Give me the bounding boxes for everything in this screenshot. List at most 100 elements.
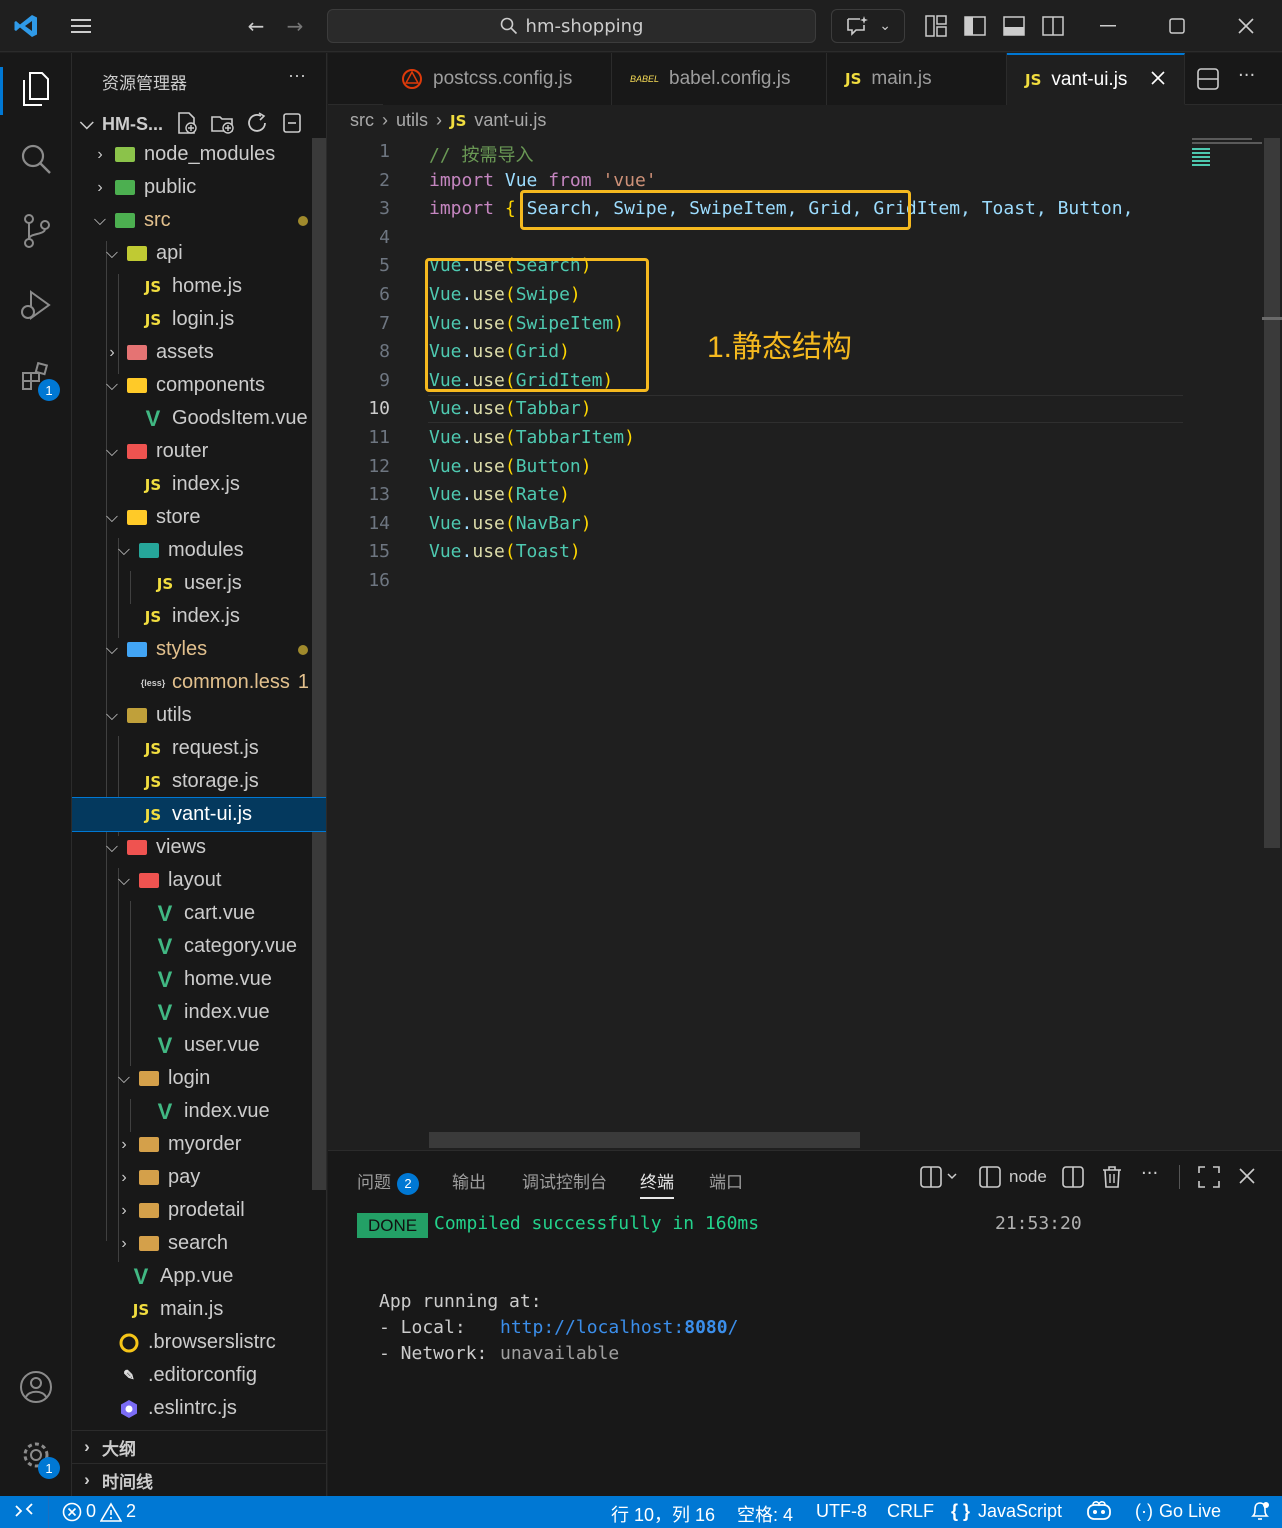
cursor-position[interactable]: 行 10，列 16: [611, 1501, 715, 1527]
tree-file-editorconfig[interactable]: ✎ .editorconfig: [72, 1359, 313, 1392]
tree-file-request-js[interactable]: JS request.js: [72, 732, 313, 765]
more-actions-icon[interactable]: ···: [1238, 65, 1255, 86]
problems-status[interactable]: 0 2: [62, 1501, 136, 1522]
tab-babel-config[interactable]: BABEL babel.config.js: [612, 53, 827, 105]
tab-output[interactable]: 输出: [452, 1168, 486, 1193]
new-folder-icon[interactable]: [210, 111, 236, 140]
go-live-button[interactable]: (·) Go Live: [1135, 1501, 1221, 1522]
minimize-icon[interactable]: [1094, 12, 1122, 40]
source-control-icon[interactable]: [16, 211, 56, 251]
tree-folder-public[interactable]: › public: [72, 171, 313, 204]
toggle-secondary-sidebar-icon[interactable]: [1039, 12, 1067, 40]
menu-icon[interactable]: [67, 12, 95, 40]
customize-layout-icon[interactable]: [922, 12, 950, 40]
search-icon[interactable]: [16, 139, 56, 179]
tab-ports[interactable]: 端口: [709, 1168, 743, 1193]
close-window-icon[interactable]: [1232, 12, 1260, 40]
tree-folder-assets[interactable]: › assets: [72, 336, 313, 369]
new-file-icon[interactable]: [176, 111, 198, 140]
tree-folder-myorder[interactable]: › myorder: [72, 1128, 313, 1161]
tree-folder-prodetail[interactable]: › prodetail: [72, 1194, 313, 1227]
tree-folder-src[interactable]: ⌵ src: [72, 204, 313, 237]
tree-file-storage-js[interactable]: JS storage.js: [72, 765, 313, 798]
split-editor-icon[interactable]: [1197, 68, 1219, 94]
tree-folder-components[interactable]: ⌵ components: [72, 369, 313, 402]
copilot-button[interactable]: ⌄: [831, 9, 905, 43]
tab-terminal[interactable]: 终端: [640, 1168, 674, 1199]
local-url[interactable]: http://localhost:8080/: [500, 1317, 738, 1338]
toggle-primary-sidebar-icon[interactable]: [961, 12, 989, 40]
tree-folder-login[interactable]: ⌵ login: [72, 1062, 313, 1095]
tab-postcss-config[interactable]: postcss.config.js: [383, 53, 612, 105]
editor-horizontal-scrollbar[interactable]: [429, 1132, 860, 1148]
tab-vant-ui-js[interactable]: JS vant-ui.js: [1007, 53, 1185, 105]
language-mode[interactable]: { } JavaScript: [951, 1501, 1062, 1522]
close-tab-icon[interactable]: [1151, 69, 1165, 91]
notifications-bell-icon[interactable]: [1249, 1500, 1271, 1527]
tree-folder-api[interactable]: ⌵ api: [72, 237, 313, 270]
toggle-panel-icon[interactable]: [1000, 12, 1028, 40]
breadcrumb-utils[interactable]: utils: [396, 110, 428, 131]
tree-file-home-vue[interactable]: Vhome.vue: [72, 963, 313, 996]
editor-vertical-scrollbar[interactable]: [1264, 138, 1280, 848]
panel-more-icon[interactable]: ···: [1141, 1163, 1158, 1184]
tree-file-vant-ui-js[interactable]: JS vant-ui.js: [72, 797, 326, 832]
tree-folder-layout[interactable]: ⌵ layout: [72, 864, 313, 897]
maximize-panel-icon[interactable]: [1198, 1166, 1220, 1192]
tree-file-goodsitem-vue[interactable]: V GoodsItem.vue: [72, 402, 313, 435]
extensions-icon[interactable]: 1: [16, 357, 60, 401]
tab-main-js[interactable]: JS main.js: [827, 53, 1007, 105]
tree-folder-views[interactable]: ⌵ views: [72, 831, 313, 864]
forward-arrow-icon[interactable]: →: [281, 12, 309, 40]
tree-file-login-js[interactable]: JS login.js: [72, 303, 313, 336]
back-arrow-icon[interactable]: ←: [242, 12, 270, 40]
code-editor[interactable]: 1 2 3 4 5 6 7 8 9 10 11 12 13 14 15 16 // 按需导入 import V…: [328, 138, 1188, 1138]
explorer-more-button[interactable]: ···: [288, 65, 306, 86]
tree-folder-styles[interactable]: ⌵ styles: [72, 633, 313, 666]
tree-file-login-index-vue[interactable]: Vindex.vue: [72, 1095, 313, 1128]
settings-gear-icon[interactable]: 1: [16, 1435, 60, 1479]
sidebar-scrollbar[interactable]: [312, 138, 326, 1190]
maximize-icon[interactable]: [1163, 12, 1191, 40]
tree-file-browserslistrc[interactable]: .browserslistrc: [72, 1326, 313, 1359]
split-terminal-icon[interactable]: [1062, 1166, 1084, 1192]
tree-file-eslintrc[interactable]: .eslintrc.js: [72, 1392, 313, 1425]
collapse-all-icon[interactable]: [282, 111, 304, 140]
tree-file-main-js[interactable]: JS main.js: [72, 1293, 313, 1326]
tree-file-store-index-js[interactable]: JS index.js: [72, 600, 313, 633]
tree-file-common-less[interactable]: {less} common.less 1: [72, 666, 313, 699]
copilot-status-icon[interactable]: [1086, 1500, 1112, 1527]
tree-file-app-vue[interactable]: V App.vue: [72, 1260, 313, 1293]
refresh-icon[interactable]: [247, 111, 269, 140]
tree-file-index-vue[interactable]: Vindex.vue: [72, 996, 313, 1029]
tree-file-category-vue[interactable]: Vcategory.vue: [72, 930, 313, 963]
tree-folder-node-modules[interactable]: › node_modules: [72, 138, 313, 171]
tree-file-user-vue[interactable]: Vuser.vue: [72, 1029, 313, 1062]
tab-problems[interactable]: 问题 2: [357, 1168, 419, 1195]
run-debug-icon[interactable]: [16, 285, 56, 325]
tree-folder-pay[interactable]: › pay: [72, 1161, 313, 1194]
close-panel-icon[interactable]: [1239, 1168, 1255, 1188]
minimap[interactable]: [1190, 138, 1262, 178]
new-terminal-split-icon[interactable]: [920, 1166, 960, 1192]
tree-folder-store[interactable]: ⌵ store: [72, 501, 313, 534]
line-ending[interactable]: CRLF: [887, 1501, 934, 1522]
explorer-icon[interactable]: [16, 69, 56, 109]
tab-debug-console[interactable]: 调试控制台: [522, 1168, 607, 1193]
tree-folder-utils[interactable]: ⌵ utils: [72, 699, 313, 732]
breadcrumb-src[interactable]: src: [350, 110, 374, 131]
breadcrumb-file[interactable]: vant-ui.js: [474, 110, 546, 131]
tree-folder-search[interactable]: › search: [72, 1227, 313, 1260]
tree-folder-modules[interactable]: ⌵ modules: [72, 534, 313, 567]
account-icon[interactable]: [16, 1367, 56, 1407]
outline-section-header[interactable]: › 大纲: [72, 1430, 326, 1463]
remote-icon[interactable]: [14, 1500, 34, 1525]
tree-file-cart-vue[interactable]: Vcart.vue: [72, 897, 313, 930]
indentation[interactable]: 空格: 4: [737, 1501, 793, 1527]
encoding[interactable]: UTF-8: [816, 1501, 867, 1522]
tree-file-home-js[interactable]: JS home.js: [72, 270, 313, 303]
timeline-section-header[interactable]: › 时间线: [72, 1463, 326, 1496]
command-center-search[interactable]: hm-shopping: [327, 9, 816, 43]
tree-file-user-js[interactable]: JS user.js: [72, 567, 313, 600]
terminal-selector[interactable]: node: [979, 1166, 1047, 1188]
